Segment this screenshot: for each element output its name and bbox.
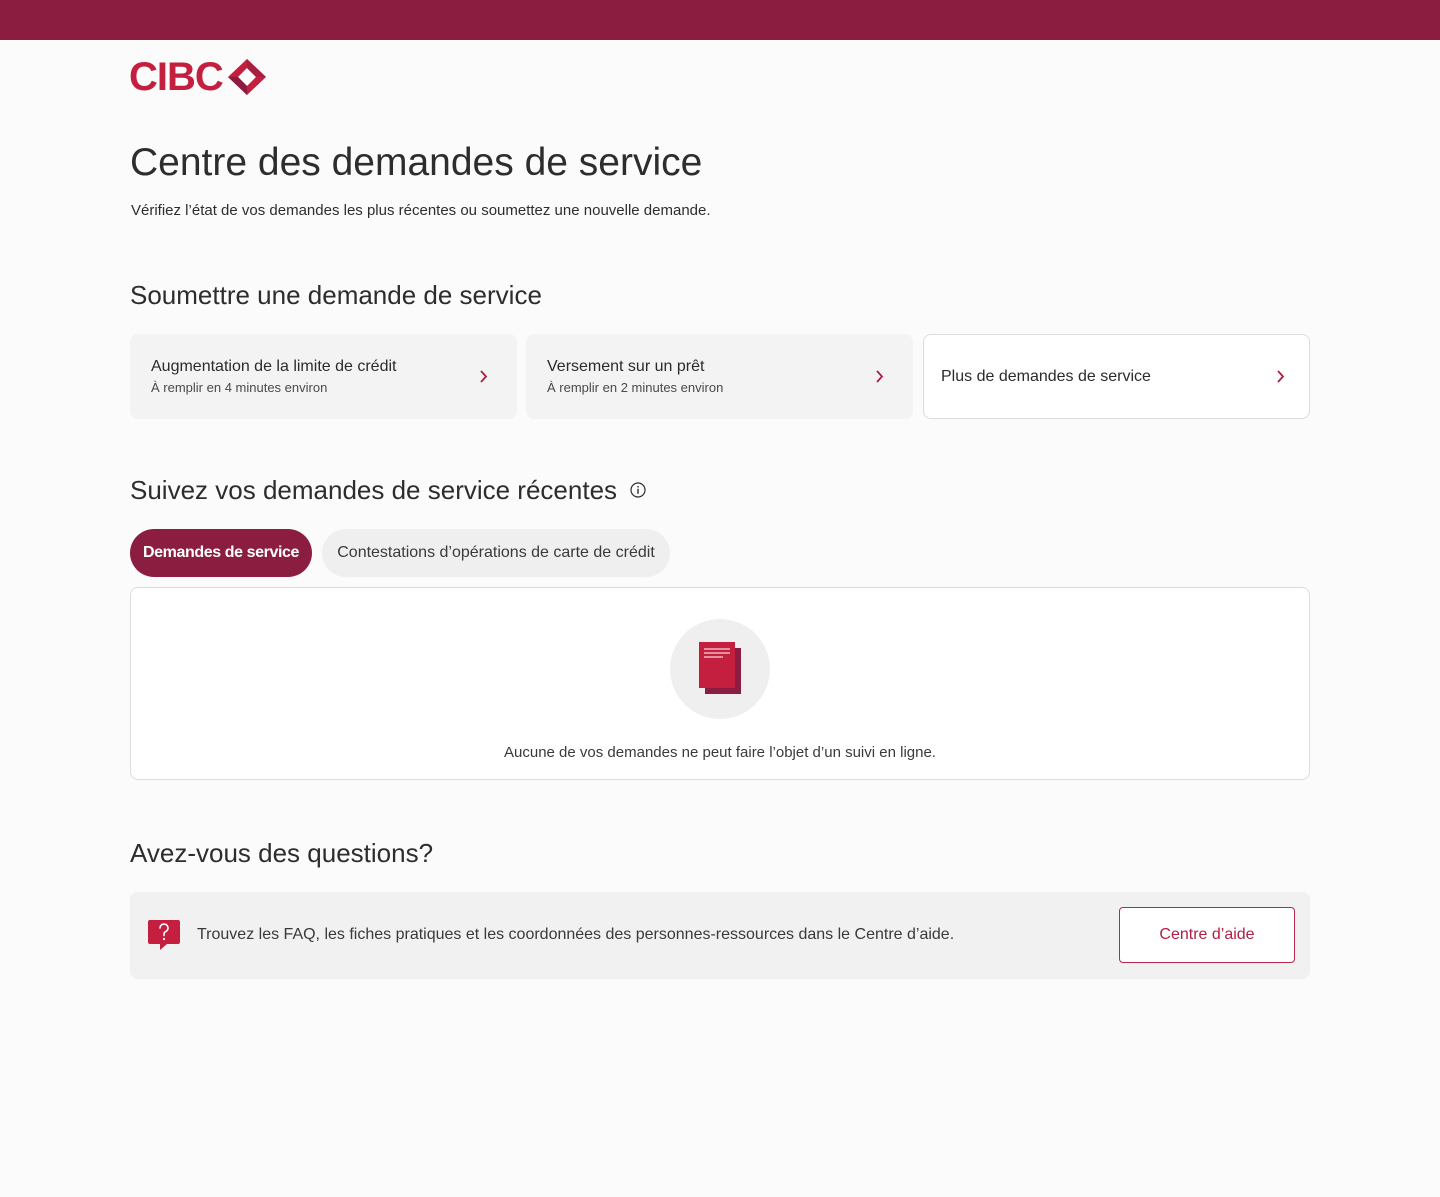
top-brand-bar	[0, 0, 1440, 40]
cibc-diamond-logo-icon	[227, 59, 266, 95]
card-title: Augmentation de la limite de crédit	[151, 358, 397, 375]
submit-section-title: Soumettre une demande de service	[130, 280, 542, 310]
credit-limit-increase-card[interactable]: Augmentation de la limite de crédit À re…	[130, 334, 517, 419]
loan-payment-card[interactable]: Versement sur un prêt À remplir en 2 min…	[526, 334, 913, 419]
help-center-panel: Trouvez les FAQ, les fiches pratiques et…	[130, 892, 1310, 979]
empty-state-message: Aucune de vos demandes ne peut faire l’o…	[504, 744, 936, 761]
tab-service-requests[interactable]: Demandes de service	[130, 529, 312, 577]
tab-credit-card-disputes[interactable]: Contestations d’opérations de carte de c…	[322, 529, 670, 577]
chevron-right-icon	[480, 370, 488, 383]
help-center-description: Trouvez les FAQ, les fiches pratiques et…	[197, 926, 955, 943]
chevron-right-icon	[1277, 370, 1285, 383]
track-section-title-text: Suivez vos demandes de service récentes	[130, 475, 618, 505]
help-center-button[interactable]: Centre d’aide	[1119, 907, 1295, 963]
cibc-logo[interactable]: CIBC	[129, 57, 268, 97]
track-section-title: Suivez vos demandes de service récentes	[130, 474, 646, 506]
empty-state-icon-circle	[670, 619, 770, 719]
card-duration: À remplir en 2 minutes environ	[547, 380, 724, 395]
chevron-right-icon	[876, 370, 884, 383]
info-icon[interactable]	[630, 482, 646, 498]
more-service-requests-card[interactable]: Plus de demandes de service	[923, 334, 1310, 419]
card-title: Plus de demandes de service	[941, 368, 1151, 385]
questions-section-title: Avez-vous des questions?	[130, 838, 434, 868]
document-icon	[699, 642, 741, 694]
tracking-panel: Aucune de vos demandes ne peut faire l’o…	[130, 587, 1310, 780]
page-title: Centre des demandes de service	[130, 141, 703, 184]
logo-wordmark: CIBC	[129, 55, 224, 99]
card-title: Versement sur un prêt	[547, 358, 705, 375]
question-bubble-icon	[148, 920, 180, 950]
card-duration: À remplir en 4 minutes environ	[151, 380, 328, 395]
page-subtitle: Vérifiez l’état de vos demandes les plus…	[131, 202, 711, 219]
